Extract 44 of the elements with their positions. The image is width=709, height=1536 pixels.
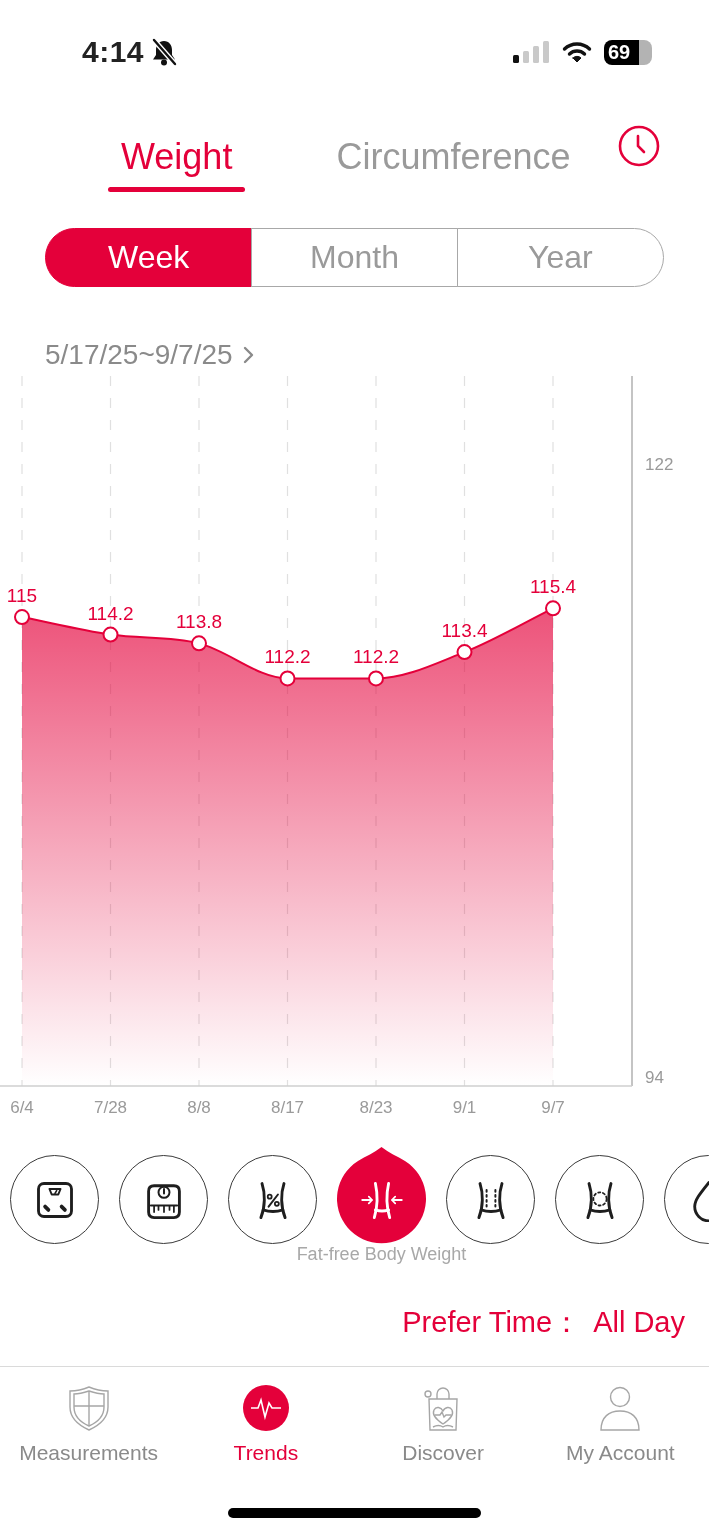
- data-label: 113.8: [175, 611, 223, 633]
- data-point: [191, 635, 207, 652]
- data-point: [14, 609, 30, 626]
- x-axis-label: 9/7: [541, 1098, 565, 1117]
- heartbeat-icon: [241, 1384, 290, 1432]
- data-point: [279, 670, 296, 687]
- status-time: 4:14: [82, 34, 145, 70]
- wifi-icon: [562, 41, 592, 63]
- x-axis-label: 7/28: [93, 1098, 128, 1117]
- signal-icon: [513, 41, 550, 63]
- date-range-button[interactable]: 5/17/25~9/7/25: [45, 338, 255, 372]
- data-label: 115: [6, 585, 38, 607]
- period-tab[interactable]: Week: [45, 228, 253, 287]
- y-axis-label: 94: [645, 1068, 664, 1088]
- x-axis-label: 8/17: [270, 1098, 305, 1117]
- nav-tab[interactable]: Discover: [354, 1384, 532, 1466]
- nav-tab[interactable]: My Account: [531, 1384, 709, 1466]
- tab[interactable]: Weight: [108, 136, 246, 192]
- nav-tab[interactable]: Trends: [177, 1384, 355, 1466]
- data-point: [456, 644, 473, 661]
- period-tab[interactable]: Year: [456, 228, 664, 287]
- data-point: [545, 600, 561, 617]
- nav-tab[interactable]: Measurements: [0, 1384, 178, 1466]
- metric-caption: Fat-free Body Weight: [296, 1244, 467, 1264]
- x-axis-label: 9/1: [452, 1098, 477, 1117]
- prefer-time-value[interactable]: All Day: [593, 1305, 685, 1339]
- data-label: 112.2: [352, 646, 400, 668]
- battery-indicator: 69: [604, 39, 652, 65]
- data-label: 112.2: [264, 646, 311, 668]
- data-label: 115.4: [529, 576, 577, 598]
- data-label: 114.2: [87, 602, 134, 624]
- clock-icon[interactable]: [618, 125, 660, 167]
- x-axis-label: 6/4: [10, 1098, 34, 1117]
- data-point: [368, 670, 384, 687]
- chevron-right-icon: [242, 346, 255, 364]
- tab[interactable]: Circumference: [323, 136, 584, 192]
- period-tab[interactable]: Month: [250, 228, 459, 287]
- data-point: [102, 626, 119, 643]
- x-axis-label: 8/23: [359, 1098, 393, 1117]
- prefer-time-label: Prefer Time：: [402, 1305, 582, 1339]
- data-label: 113.4: [441, 620, 488, 642]
- bell-slash-icon: [151, 38, 178, 66]
- x-axis-label: 8/8: [187, 1098, 211, 1117]
- y-axis-label: 122: [645, 454, 674, 474]
